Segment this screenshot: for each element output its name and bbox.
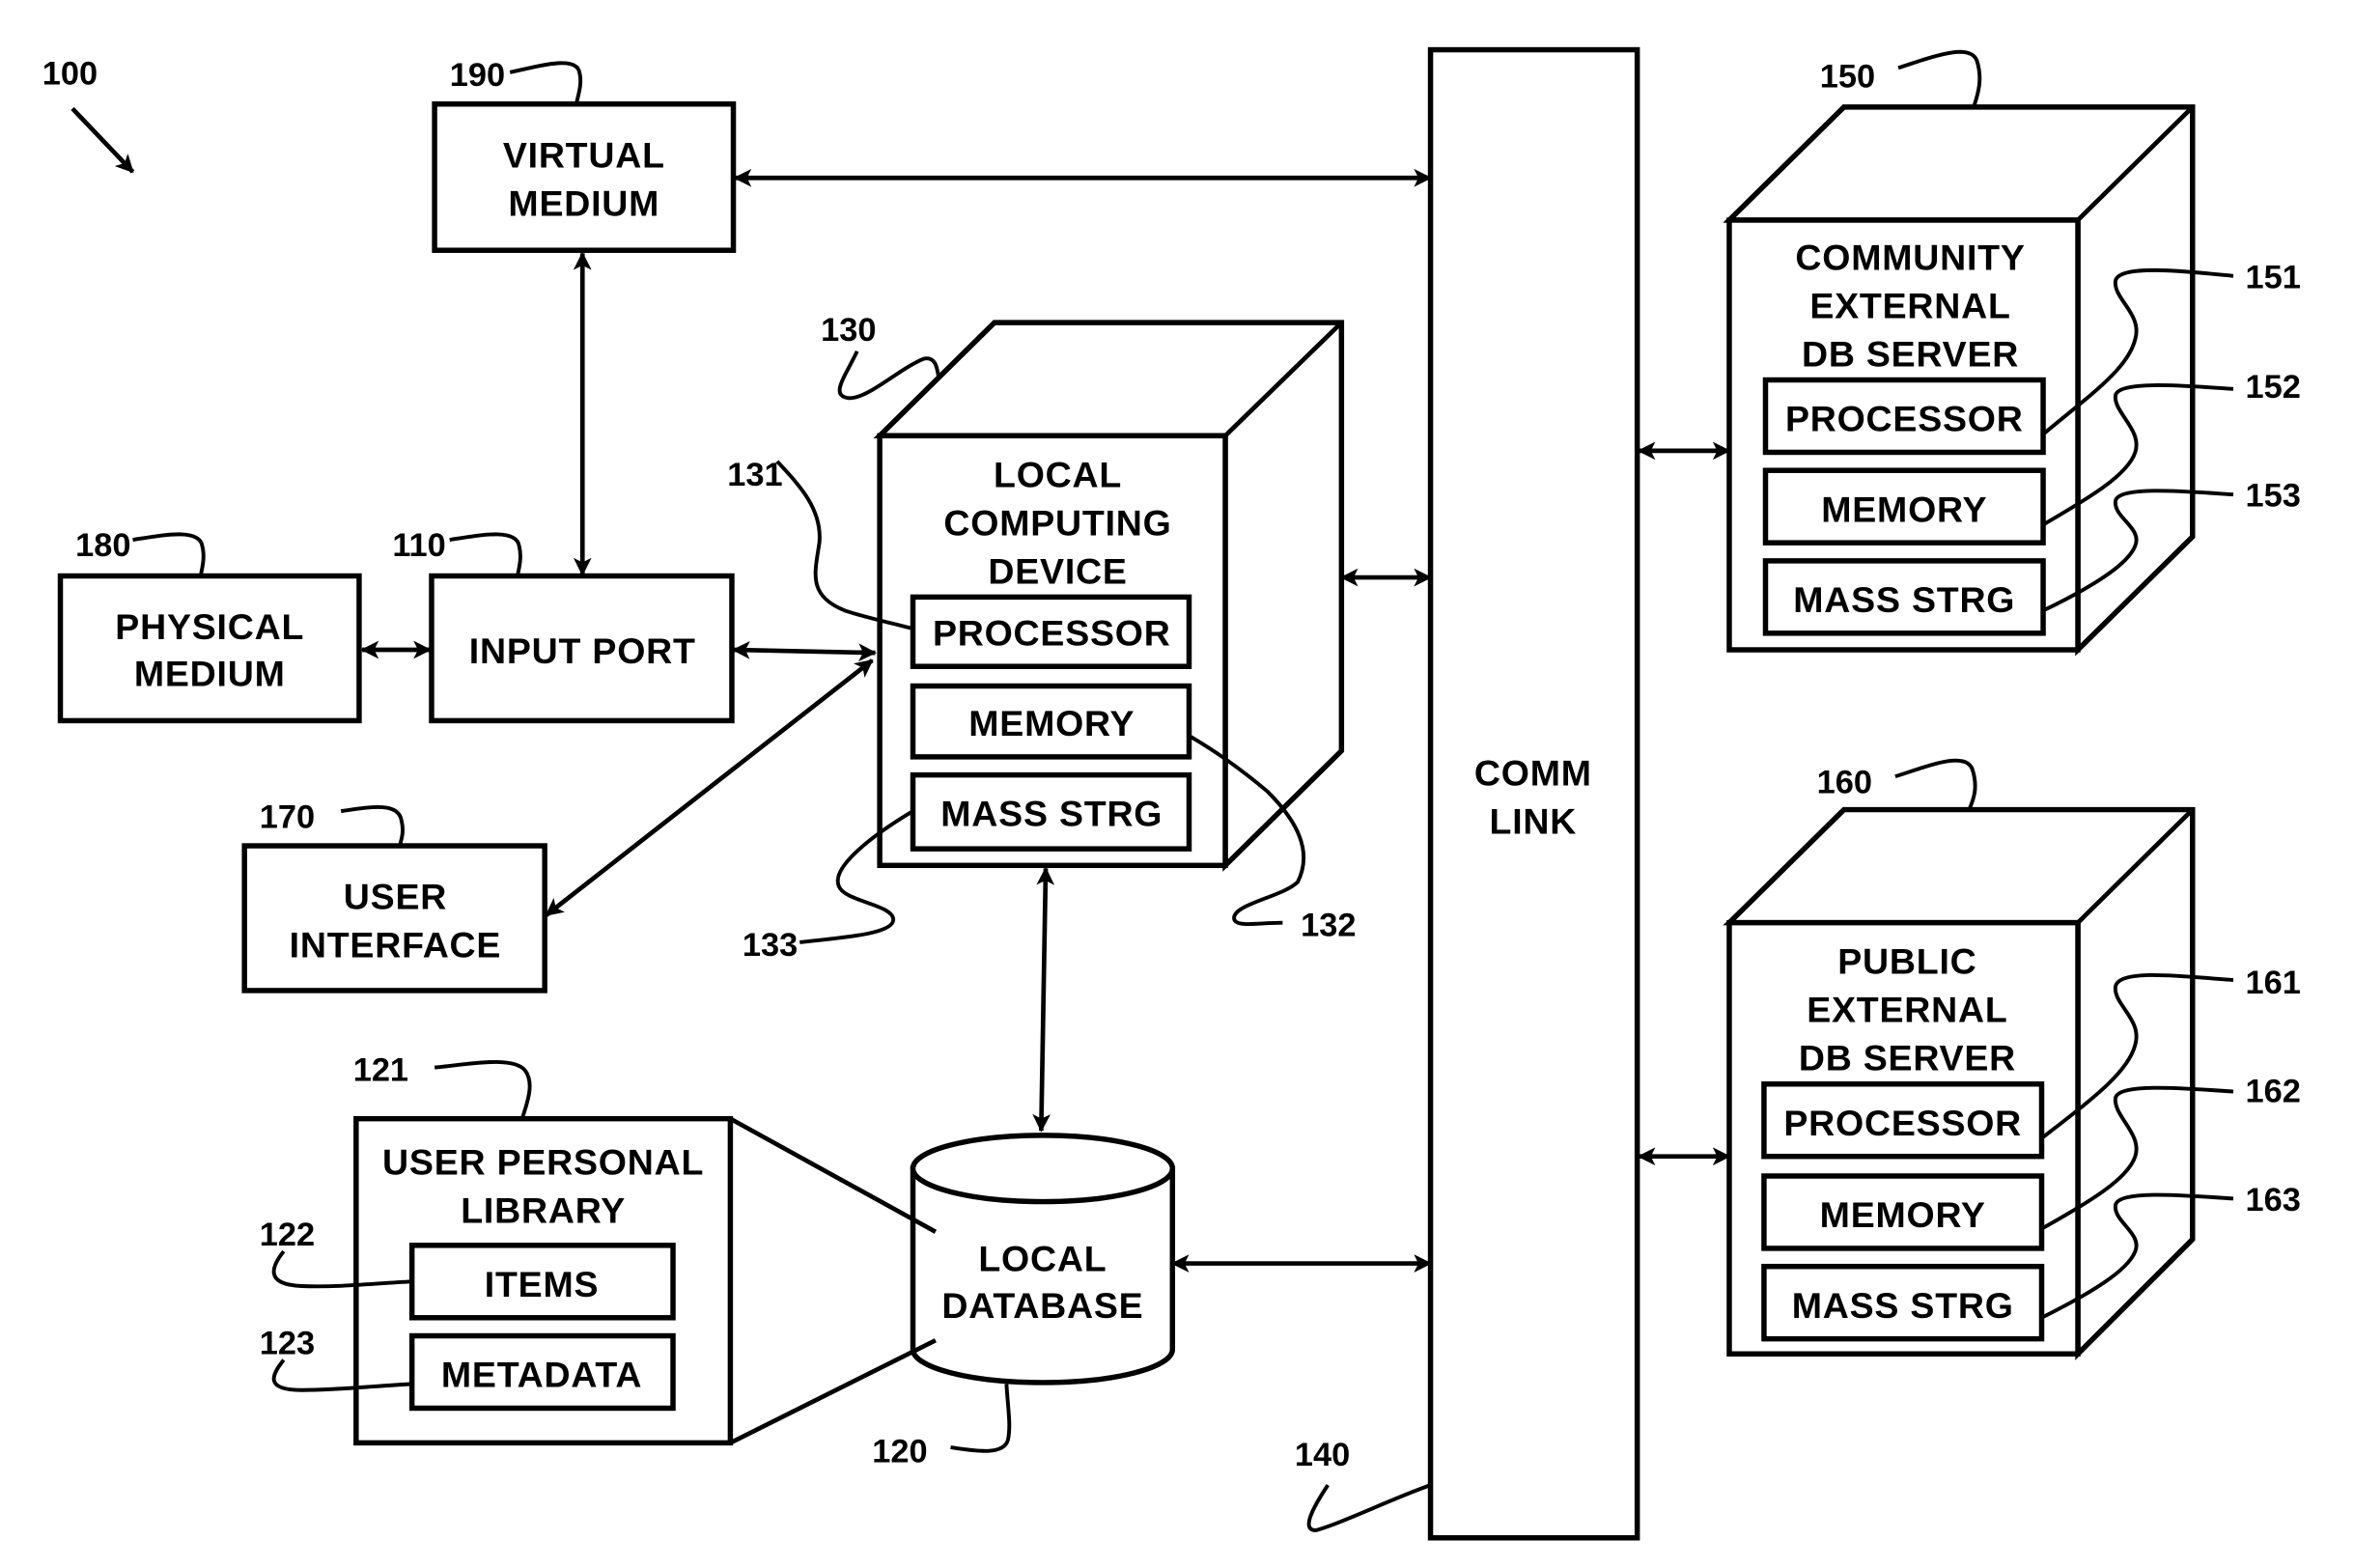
physical-medium-label-2: MEDIUM <box>134 654 286 694</box>
device-mass-storage-ref: 133 <box>743 927 798 964</box>
public-mass-storage-label: MASS STRG <box>1792 1285 2014 1326</box>
comm-link-leader <box>1306 1483 1432 1532</box>
physical-medium-ref: 180 <box>75 527 130 564</box>
community-label-3: DB SERVER <box>1802 333 2019 374</box>
database-label-2: DATABASE <box>941 1285 1143 1326</box>
public-mass-storage-ref: 163 <box>2245 1182 2300 1218</box>
system-diagram: 100 VIRTUAL MEDIUM 190 PHYSICAL MEDIUM 1… <box>42 46 2301 1541</box>
physical-medium-label-1: PHYSICAL <box>115 606 304 647</box>
virtual-medium-box <box>432 101 737 253</box>
community-memory-label: MEMORY <box>1821 489 1987 529</box>
library-label-2: LIBRARY <box>461 1190 626 1230</box>
device-memory-label: MEMORY <box>968 703 1135 743</box>
figure-ref-arrow <box>70 106 135 174</box>
arrow-input-to-device <box>731 641 877 662</box>
community-processor-ref: 151 <box>2245 259 2300 295</box>
public-label-3: DB SERVER <box>1799 1038 2016 1078</box>
library-items-ref: 122 <box>260 1217 315 1253</box>
virtual-medium-label-2: MEDIUM <box>508 182 659 223</box>
device-label-1: LOCAL <box>994 454 1122 494</box>
device-label-3: DEVICE <box>988 550 1127 591</box>
library-ref: 121 <box>353 1052 408 1089</box>
community-mass-storage-label: MASS STRG <box>1793 579 2015 620</box>
device-mass-storage-label: MASS STRG <box>940 794 1163 834</box>
community-processor-label: PROCESSOR <box>1785 399 2024 439</box>
device-memory-ref: 132 <box>1301 908 1356 944</box>
library-expand-line-bottom <box>729 1338 937 1445</box>
community-label-2: EXTERNAL <box>1809 285 2010 325</box>
user-interface-leader <box>340 804 405 847</box>
public-server-block: PUBLIC EXTERNAL DB SERVER PROCESSOR MEMO… <box>1723 758 2301 1360</box>
comm-link-block: COMM LINK 140 <box>1295 46 1640 1541</box>
database-top <box>910 1133 1176 1205</box>
database-leader <box>950 1384 1012 1453</box>
public-memory-label: MEMORY <box>1820 1194 1986 1235</box>
input-port-block: INPUT PORT 110 <box>392 527 735 724</box>
input-port-ref: 110 <box>392 527 445 564</box>
virtual-medium-label-1: VIRTUAL <box>503 134 665 175</box>
comm-link-label-2: LINK <box>1490 801 1578 842</box>
public-leader <box>1894 758 1977 811</box>
user-interface-label-2: INTERFACE <box>290 925 502 966</box>
public-ref: 160 <box>1817 764 1872 800</box>
input-port-label: INPUT PORT <box>469 630 696 671</box>
library-metadata-label: METADATA <box>441 1355 642 1395</box>
physical-medium-leader <box>132 532 206 576</box>
public-label-1: PUBLIC <box>1837 941 1976 982</box>
device-ref: 130 <box>821 312 876 349</box>
library-metadata-ref: 123 <box>260 1325 315 1361</box>
physical-medium-block: PHYSICAL MEDIUM 180 <box>57 527 362 724</box>
virtual-medium-ref: 190 <box>450 57 505 94</box>
community-mass-storage-ref: 153 <box>2245 478 2300 515</box>
input-port-leader <box>449 532 522 576</box>
comm-link-label-1: COMM <box>1474 753 1592 794</box>
device-label-2: COMPUTING <box>943 502 1171 543</box>
library-label-1: USER PERSONAL <box>382 1141 704 1182</box>
user-interface-box <box>241 843 547 994</box>
library-expand-line-top <box>729 1116 938 1234</box>
device-processor-label: PROCESSOR <box>933 612 1171 653</box>
figure-ref: 100 <box>42 55 135 174</box>
library-items-label: ITEMS <box>485 1264 600 1304</box>
figure-ref-number: 100 <box>42 55 98 92</box>
community-leader <box>1897 49 1982 108</box>
local-computing-device-block: LOCAL COMPUTING DEVICE PROCESSOR MEMORY … <box>727 312 1356 964</box>
public-processor-label: PROCESSOR <box>1783 1103 2022 1143</box>
community-memory-ref: 152 <box>2245 369 2300 406</box>
virtual-medium-leader <box>509 61 583 105</box>
database-label-1: LOCAL <box>978 1238 1107 1278</box>
library-leader <box>434 1060 532 1120</box>
community-ref: 150 <box>1820 59 1875 96</box>
comm-link-box <box>1427 46 1640 1541</box>
device-processor-ref: 131 <box>727 457 782 493</box>
virtual-medium-block: VIRTUAL MEDIUM 190 <box>432 57 737 253</box>
arrow-device-to-database <box>1032 866 1055 1133</box>
database-ref: 120 <box>872 1434 927 1470</box>
community-label-1: COMMUNITY <box>1795 238 2025 278</box>
user-interface-block: USER INTERFACE 170 <box>241 798 547 994</box>
user-personal-library-block: USER PERSONAL LIBRARY ITEMS METADATA 121… <box>260 1052 938 1446</box>
local-database-block: LOCAL DATABASE 120 <box>872 1133 1176 1470</box>
public-label-2: EXTERNAL <box>1807 990 2007 1030</box>
user-interface-label-1: USER <box>344 877 447 917</box>
public-memory-ref: 162 <box>2245 1073 2300 1109</box>
community-server-block: COMMUNITY EXTERNAL DB SERVER PROCESSOR M… <box>1723 49 2301 657</box>
comm-link-ref: 140 <box>1295 1437 1350 1473</box>
physical-medium-box <box>57 573 362 724</box>
public-processor-ref: 161 <box>2245 965 2300 1001</box>
user-interface-ref: 170 <box>260 798 315 835</box>
